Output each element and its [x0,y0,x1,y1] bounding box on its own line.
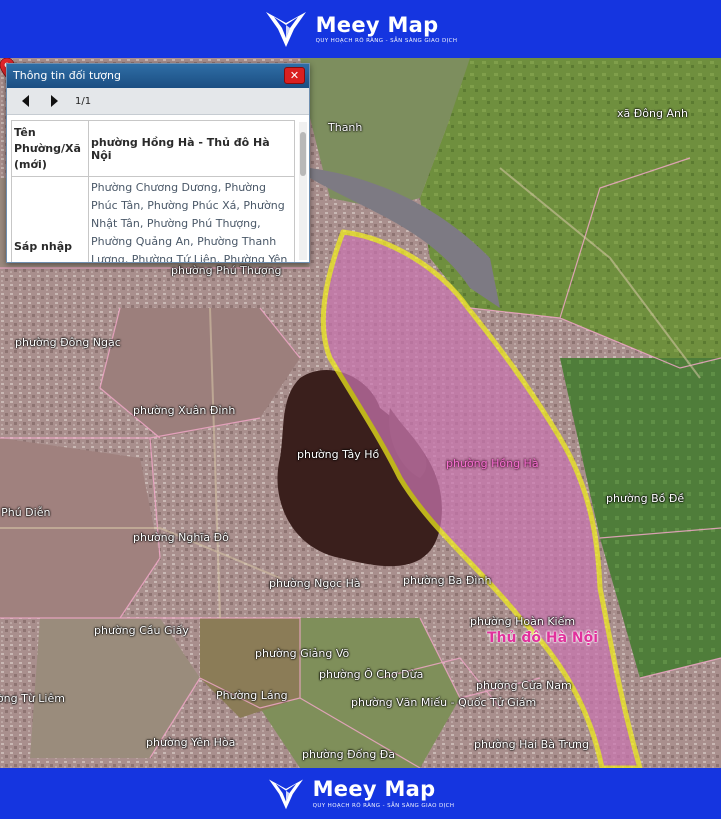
map-label: phường Tây Hồ [297,448,380,461]
arrow-right-icon [51,95,58,107]
map-label: Thanh [328,121,363,134]
map-label: Phường Láng [216,689,288,702]
meey-logo-icon [268,779,303,809]
next-button[interactable] [43,91,67,111]
table-row: Tên Phường/Xã (mới) phường Hồng Hà - Thủ… [11,120,295,177]
map-label: phường Xuân Đỉnh [133,404,236,417]
map-label: phường Hai Bà Trưng [474,738,590,751]
info-panel-nav: 1/1 [7,88,309,115]
map-label: phường Nghĩa Đô [133,531,229,544]
brand-tagline: QUY HOẠCH RÕ RÀNG - SẴN SÀNG GIAO DỊCH [312,802,455,809]
map-label: phường Cầu Giấy [94,624,189,637]
meey-logo-icon [265,12,306,47]
map-label: phường Giảng Võ [255,647,350,660]
arrow-left-icon [22,95,29,107]
ward-name-value: phường Hồng Hà - Thủ đô Hà Nội [88,120,295,177]
scrollbar-thumb[interactable] [300,132,306,176]
map-label: xã Đông Anh [617,107,688,120]
close-icon: ✕ [289,69,300,82]
map-label: phường Phú Diễn [0,506,51,519]
map-label: phường Yên Hòa [146,736,236,749]
brand-tagline: QUY HOẠCH RÕ RÀNG - SẴN SÀNG GIAO DỊCH [315,38,458,45]
map-label: phường Đông Ngạc [15,336,121,349]
map-label: phường Hoàn Kiếm [470,615,576,628]
prev-button[interactable] [13,91,37,111]
info-panel-title: Thông tin đối tượng [13,69,121,82]
map-label: phường Từ Liêm [0,692,65,705]
table-row: Sáp nhập Phường Chương Dương, Phường Phú… [11,176,295,262]
scrollbar[interactable] [299,122,307,260]
info-table: Tên Phường/Xã (mới) phường Hồng Hà - Thủ… [11,120,295,262]
table-key: Tên Phường/Xã (mới) [11,120,89,177]
map-label: phường Đống Đa [302,748,396,761]
table-key: Sáp nhập [11,176,89,262]
capital-label: Thủ đô Hà Nội [487,630,599,646]
map-label: phường Cửa Nam [476,679,572,692]
map-label: phường Phú Thượng [171,264,282,277]
map-label: phường Ngọc Hà [269,577,361,590]
brand: Meey Map QUY HOẠCH RÕ RÀNG - SẴN SÀNG GI… [264,9,458,49]
top-banner: Meey Map QUY HOẠCH RÕ RÀNG - SẴN SÀNG GI… [0,0,721,58]
brand: Meey Map QUY HOẠCH RÕ RÀNG - SẴN SÀNG GI… [267,777,455,811]
bottom-banner: Meey Map QUY HOẠCH RÕ RÀNG - SẴN SÀNG GI… [0,768,721,819]
selected-ward-label[interactable]: phường Hồng Hà [446,457,539,470]
brand-name: Meey Map [315,12,439,37]
pagination-count: 1/1 [75,95,92,107]
map-label: phường Ô Chợ Dừa [319,668,424,681]
info-panel: Thông tin đối tượng ✕ 1/1 Tên Phường/Xã … [6,63,310,263]
info-table-container[interactable]: Tên Phường/Xã (mới) phường Hồng Hà - Thủ… [11,120,295,262]
close-button[interactable]: ✕ [284,67,305,84]
brand-name: Meey Map [312,777,436,802]
info-panel-header: Thông tin đối tượng ✕ [7,64,309,88]
map-label: phường Văn Miếu - Quốc Tử Giám [351,696,537,709]
map-label: phường Bồ Đề [606,492,685,505]
map-label: phường Ba Đình [403,574,492,587]
merged-wards-value: Phường Chương Dương, Phường Phúc Tân, Ph… [88,176,295,262]
page: Meey Map QUY HOẠCH RÕ RÀNG - SẴN SÀNG GI… [0,0,721,819]
